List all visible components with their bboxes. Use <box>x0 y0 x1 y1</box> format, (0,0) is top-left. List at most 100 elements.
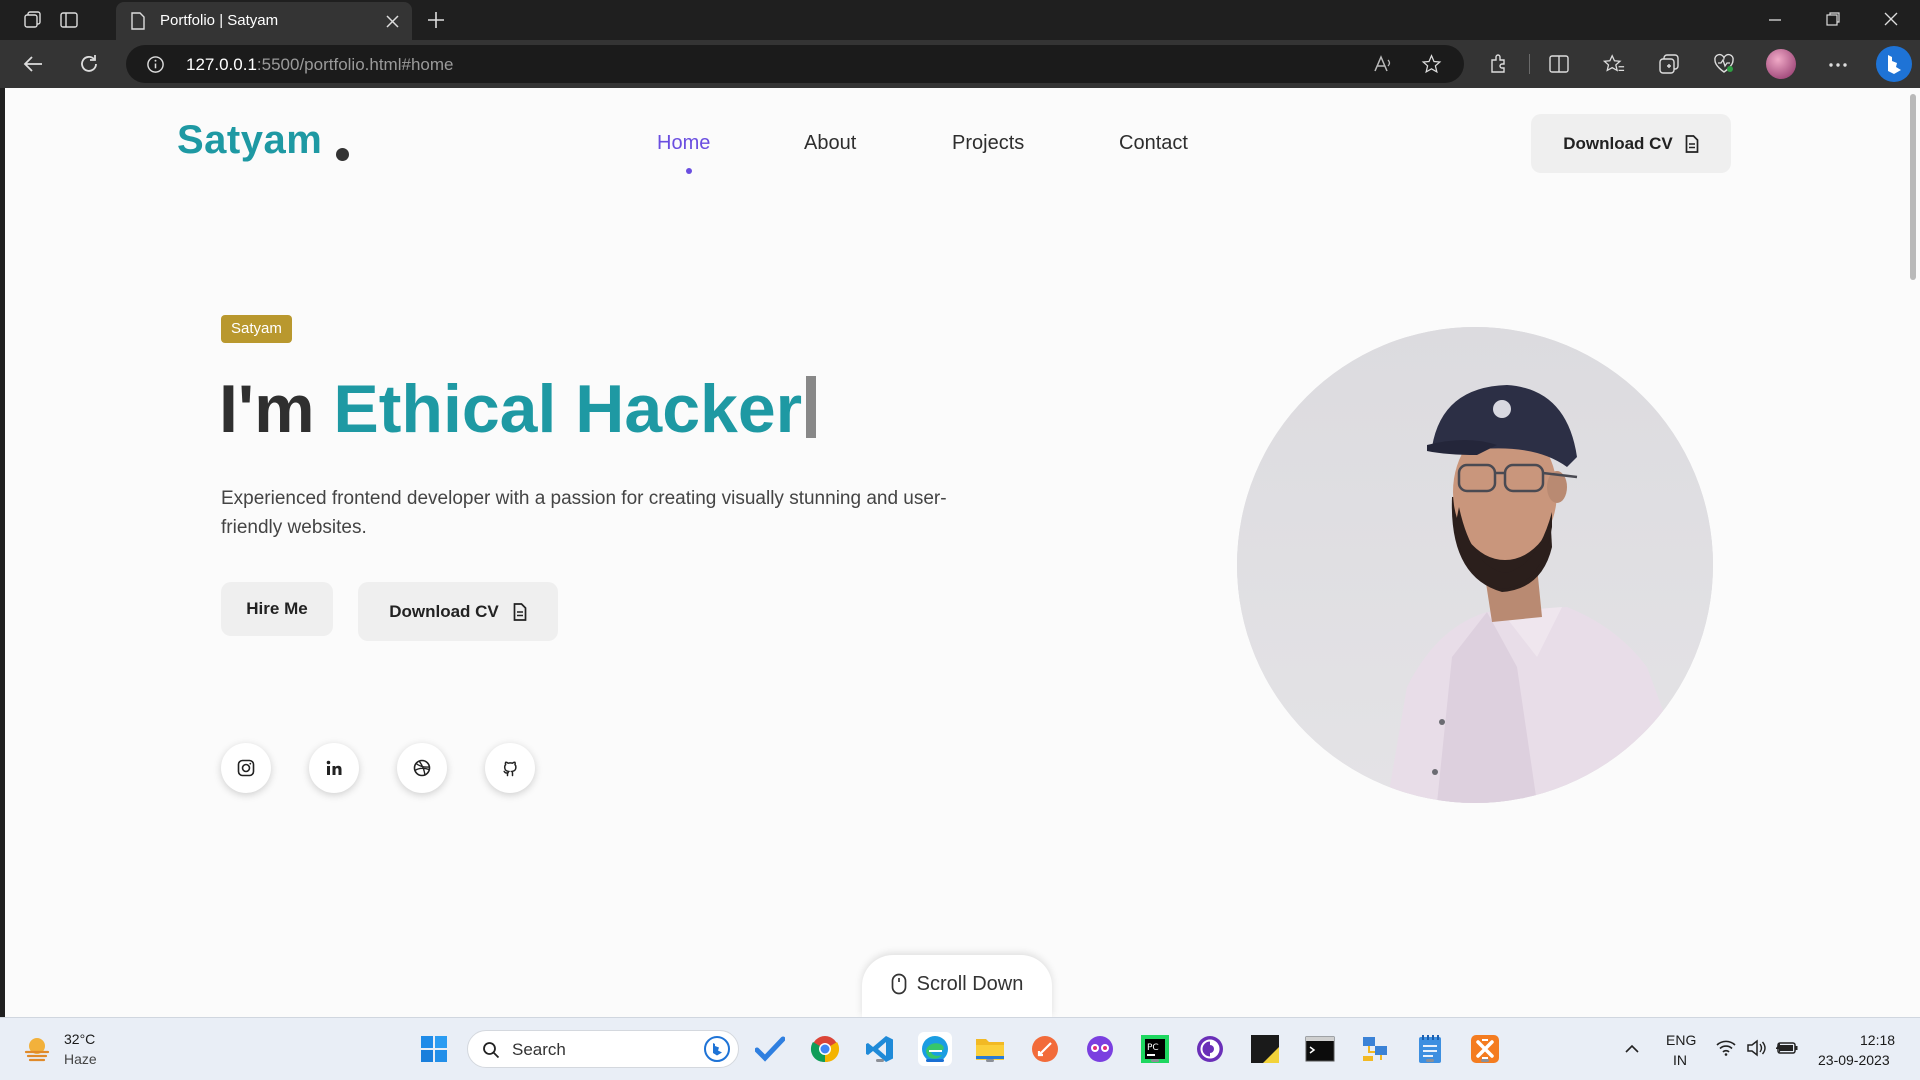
bing-icon <box>704 1036 730 1062</box>
language-top[interactable]: ENG <box>1666 1032 1696 1048</box>
taskbar-xampp[interactable] <box>1468 1032 1502 1066</box>
taskbar-edge[interactable] <box>918 1032 952 1066</box>
taskbar-todo[interactable] <box>753 1032 787 1066</box>
scrollbar-thumb[interactable] <box>1910 94 1916 280</box>
instagram-link[interactable] <box>221 743 271 793</box>
settings-more-icon[interactable] <box>1828 62 1848 68</box>
postman-icon <box>1032 1036 1058 1062</box>
nav-projects[interactable]: Projects <box>952 132 1024 155</box>
wifi-icon[interactable] <box>1716 1040 1736 1056</box>
url-path: :5500/portfolio.html#home <box>256 55 454 74</box>
browser-tab-bar: Portfolio | Satyam <box>0 0 1920 40</box>
new-tab-icon[interactable] <box>426 10 446 30</box>
hire-me-label: Hire Me <box>246 599 308 618</box>
terminal-icon <box>1305 1036 1335 1062</box>
weather-desc: Haze <box>64 1051 97 1067</box>
tab-portfolio[interactable]: Portfolio | Satyam <box>116 2 412 40</box>
linkedin-icon <box>326 760 342 775</box>
taskbar-vscode[interactable] <box>863 1032 897 1066</box>
page-viewport: Satyam Home About Projects Contact Downl… <box>5 88 1905 1017</box>
url-text: 127.0.0.1:5500/portfolio.html#home <box>186 55 453 75</box>
taskbar-network-app[interactable] <box>1358 1032 1392 1066</box>
close-window-icon[interactable] <box>1884 12 1898 26</box>
taskbar-terminal[interactable] <box>1303 1032 1337 1066</box>
search-placeholder: Search <box>512 1040 566 1059</box>
weather-widget[interactable] <box>22 1034 54 1066</box>
minimize-icon[interactable] <box>1768 14 1782 26</box>
taskbar-postman[interactable] <box>1028 1032 1062 1066</box>
chrome-icon <box>810 1036 840 1063</box>
page-scrollbar[interactable] <box>1905 88 1920 1017</box>
linkedin-link[interactable] <box>309 743 359 793</box>
restore-icon[interactable] <box>1826 12 1840 26</box>
network-app-icon <box>1363 1037 1387 1061</box>
battery-icon[interactable] <box>1775 1040 1799 1056</box>
read-aloud-icon[interactable] <box>1373 55 1393 73</box>
workspaces-icon[interactable] <box>18 5 48 35</box>
taskbar-pycharm[interactable]: PC <box>1138 1032 1172 1066</box>
volume-icon[interactable] <box>1746 1039 1766 1057</box>
windows-start-icon <box>421 1036 447 1062</box>
tor-icon <box>1197 1036 1223 1062</box>
document-icon <box>513 602 527 621</box>
copilot-icon[interactable] <box>1876 46 1912 82</box>
document-icon <box>1685 134 1699 153</box>
taskbar-search[interactable]: Search <box>467 1030 739 1068</box>
hire-me-button[interactable]: Hire Me <box>221 582 333 636</box>
favorite-star-icon[interactable] <box>1421 54 1442 74</box>
svg-text:PC: PC <box>1147 1043 1159 1053</box>
taskbar-file-explorer[interactable] <box>973 1032 1007 1066</box>
dribbble-link[interactable] <box>397 743 447 793</box>
nav-active-indicator <box>686 168 692 174</box>
nav-contact[interactable]: Contact <box>1119 132 1188 155</box>
profile-avatar[interactable] <box>1766 49 1796 79</box>
header-download-cv-button[interactable]: Download CV <box>1531 114 1731 173</box>
headline-role: Ethical Hacker <box>333 371 803 447</box>
back-icon[interactable] <box>22 53 44 75</box>
mouse-icon <box>891 973 906 995</box>
weather-temp: 32°C <box>64 1031 96 1047</box>
header-download-cv-label: Download CV <box>1563 133 1673 153</box>
address-bar[interactable]: 127.0.0.1:5500/portfolio.html#home <box>126 45 1464 83</box>
taskbar-tor[interactable] <box>1193 1032 1227 1066</box>
clock-time[interactable]: 12:18 <box>1860 1032 1895 1048</box>
github-link[interactable] <box>485 743 535 793</box>
search-icon <box>483 1042 500 1059</box>
taskbar-notepad[interactable] <box>1413 1032 1447 1066</box>
scroll-down-label: Scroll Down <box>916 972 1024 995</box>
hero-description: Experienced frontend developer with a pa… <box>221 488 947 538</box>
taskbar-sticky-notes[interactable] <box>1248 1032 1282 1066</box>
taskbar-app-purple[interactable] <box>1083 1032 1117 1066</box>
chevron-up-icon[interactable] <box>1624 1044 1640 1054</box>
mask-app-icon <box>1087 1036 1113 1062</box>
name-badge: Satyam <box>221 315 292 343</box>
nav-about[interactable]: About <box>804 132 856 155</box>
nav-home[interactable]: Home <box>657 132 710 155</box>
split-screen-icon[interactable] <box>1548 54 1570 74</box>
extensions-icon[interactable] <box>1488 54 1508 74</box>
taskbar-chrome[interactable] <box>808 1032 842 1066</box>
browser-essentials-icon[interactable] <box>1713 53 1735 75</box>
download-cv-button[interactable]: Download CV <box>358 582 558 641</box>
close-tab-icon[interactable] <box>386 15 399 28</box>
favorites-icon[interactable] <box>1603 53 1625 75</box>
refresh-icon[interactable] <box>78 53 100 75</box>
clock-date[interactable]: 23-09-2023 <box>1818 1052 1890 1068</box>
hero-headline: I'm Ethical Hacker <box>219 370 817 448</box>
collections-icon[interactable] <box>1658 53 1680 75</box>
start-button[interactable] <box>417 1032 451 1066</box>
page-icon <box>131 12 145 30</box>
sticky-notes-icon <box>1251 1035 1279 1063</box>
haze-icon <box>24 1038 50 1062</box>
github-icon <box>503 761 517 777</box>
headline-prefix: I'm <box>219 371 334 447</box>
scroll-down-button[interactable]: Scroll Down <box>862 955 1052 1017</box>
tab-actions-icon[interactable] <box>54 5 84 35</box>
profile-photo <box>1237 327 1713 803</box>
site-logo[interactable]: Satyam <box>177 118 322 163</box>
language-bottom[interactable]: IN <box>1673 1052 1687 1068</box>
todo-icon <box>755 1036 785 1062</box>
site-info-icon[interactable] <box>146 55 165 74</box>
logo-dot <box>336 148 349 161</box>
dribbble-icon <box>413 759 431 777</box>
